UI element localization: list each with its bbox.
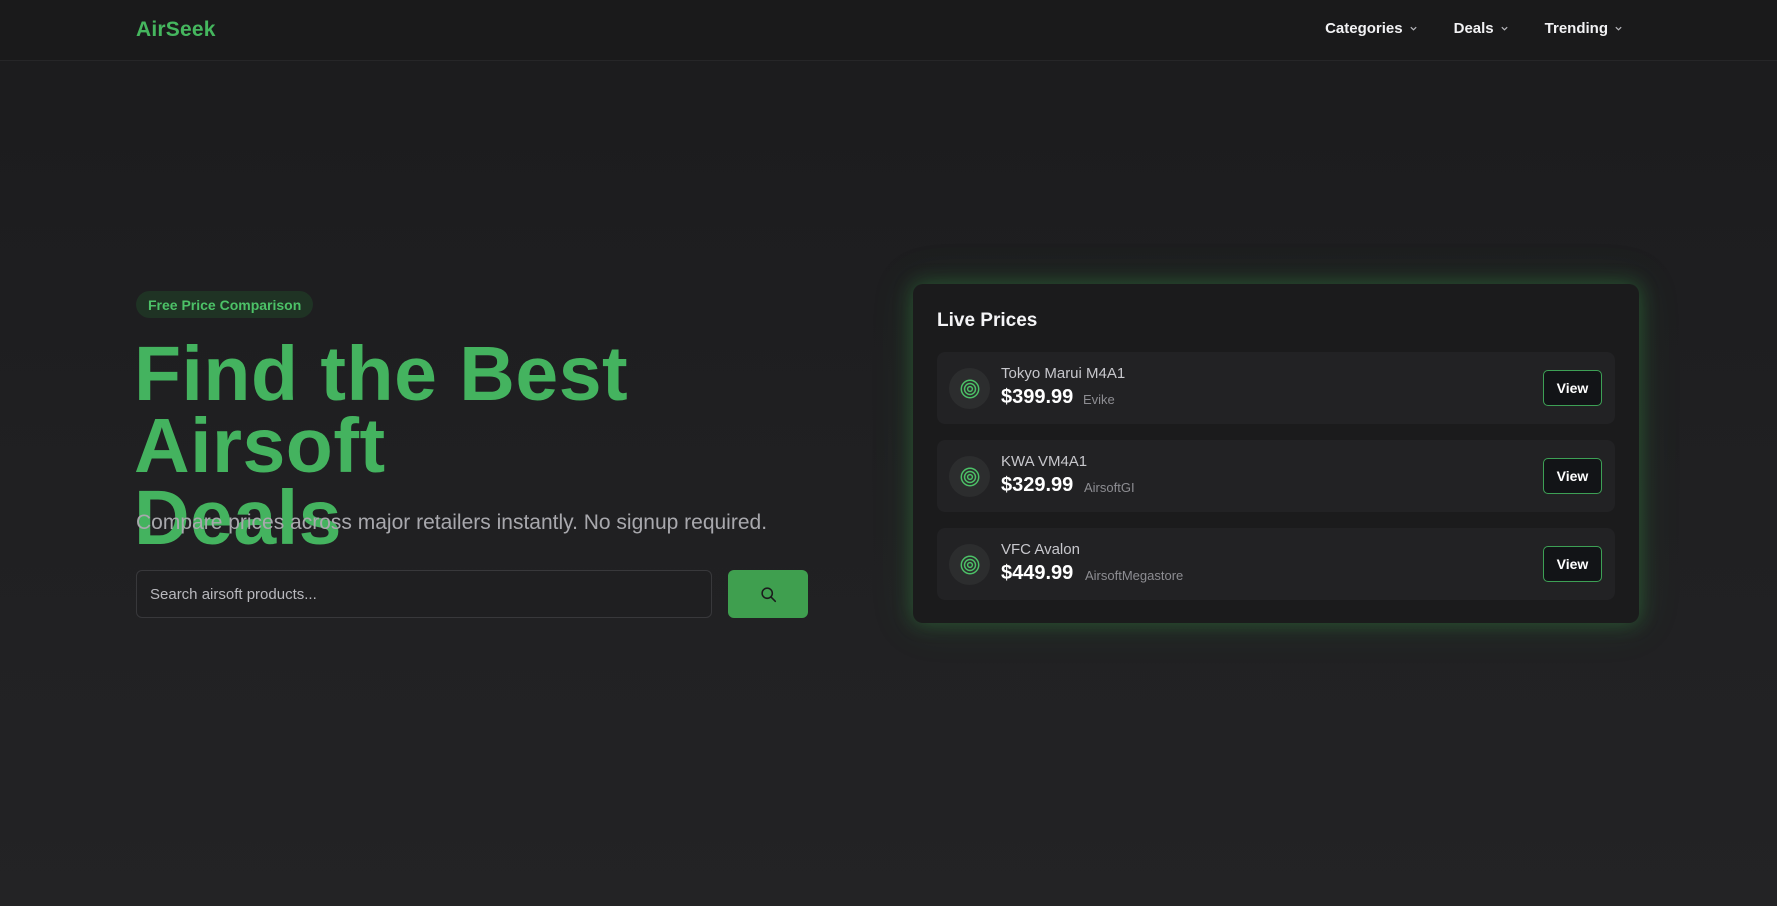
page: AirSeek Categories Deals Trending Free P… — [0, 0, 1777, 906]
free-comparison-badge: Free Price Comparison — [136, 291, 314, 318]
hero-subtitle: Compare prices across major retailers in… — [136, 511, 768, 534]
hero-title-line-1: Find the Best Airsoft — [134, 331, 629, 489]
nav-categories-label: Categories — [1325, 20, 1403, 37]
chevron-down-icon — [1615, 26, 1622, 31]
store-name: AirsoftGI — [1084, 480, 1135, 495]
product-name: KWA VM4A1 — [1001, 453, 1088, 470]
logo[interactable]: AirSeek — [136, 18, 216, 42]
live-prices-title: Live Prices — [937, 310, 1038, 331]
view-button[interactable]: View — [1543, 458, 1602, 494]
view-button[interactable]: View — [1543, 370, 1602, 406]
search-icon — [760, 586, 776, 602]
chevron-down-icon — [1501, 26, 1508, 31]
product-icon-wrap — [949, 544, 990, 585]
price-row: KWA VM4A1 $329.99 AirsoftGI View — [937, 440, 1615, 512]
price-row: VFC Avalon $449.99 AirsoftMegastore View — [937, 528, 1615, 600]
product-name: VFC Avalon — [1001, 541, 1080, 558]
target-icon — [960, 379, 979, 398]
search-input[interactable] — [136, 570, 712, 618]
store-name: Evike — [1083, 392, 1115, 407]
live-prices-card: Live Prices Tokyo Marui M4A1 $399.99 Evi… — [913, 284, 1639, 623]
product-price: $449.99 — [1001, 562, 1074, 584]
product-price: $399.99 — [1001, 386, 1074, 408]
nav-deals-label: Deals — [1453, 20, 1494, 37]
target-icon — [960, 467, 979, 486]
target-icon — [960, 555, 979, 574]
nav-categories[interactable]: Categories — [1325, 20, 1418, 37]
main-nav: Categories Deals Trending — [1325, 20, 1623, 37]
view-button[interactable]: View — [1543, 546, 1602, 582]
nav-trending-label: Trending — [1544, 20, 1608, 37]
nav-trending[interactable]: Trending — [1545, 20, 1623, 37]
search-button[interactable] — [728, 570, 808, 618]
chevron-down-icon — [1410, 26, 1417, 31]
nav-deals[interactable]: Deals — [1454, 20, 1509, 37]
price-row: Tokyo Marui M4A1 $399.99 Evike View — [937, 352, 1615, 424]
store-name: AirsoftMegastore — [1085, 568, 1184, 583]
product-icon-wrap — [949, 456, 990, 497]
product-name: Tokyo Marui M4A1 — [1001, 365, 1126, 382]
top-navbar: AirSeek Categories Deals Trending — [0, 0, 1777, 61]
product-price: $329.99 — [1001, 474, 1074, 496]
product-icon-wrap — [949, 368, 990, 409]
